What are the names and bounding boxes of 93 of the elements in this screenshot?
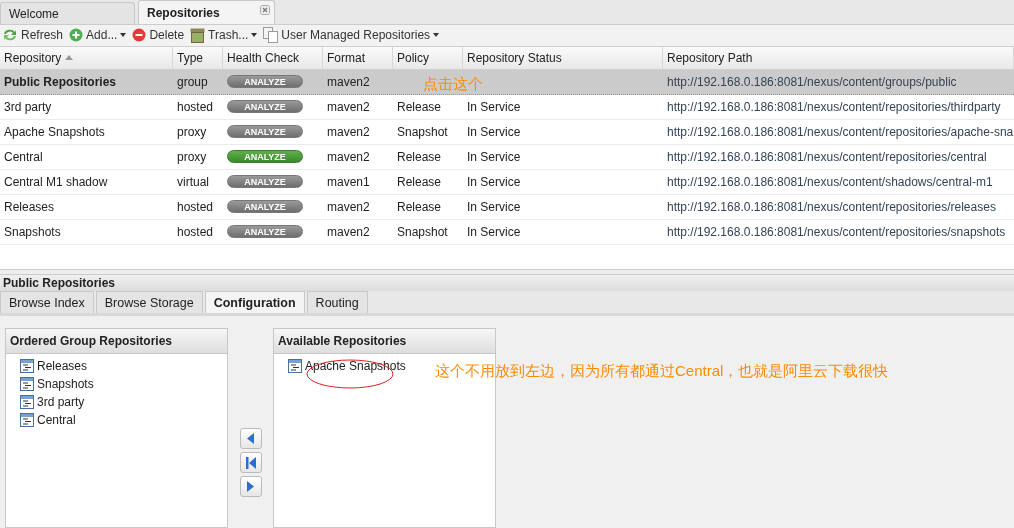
table-cell-text: http://192.168.0.186:8081/nexus/content/shadows/central-m1 [666,173,994,191]
table-cell-text: hosted [176,98,215,116]
table-cell-text: Snapshots [3,223,62,241]
move-button[interactable] [239,428,262,449]
repository-icon [20,377,34,391]
table-cell-text: hosted [176,198,215,216]
table-cell-text: In Service [466,173,522,191]
repository-icon [20,395,34,409]
toolbar-button[interactable]: Trash... [190,27,258,43]
table-cell-text: http://192.168.0.186:8081/nexus/content/repositories/releases [666,198,997,216]
table-cell-text: maven2 [326,223,371,241]
tab[interactable]: Browse Storage [95,291,203,313]
column-header[interactable]: Format [323,46,393,69]
analyze-button[interactable]: ANALYZE [227,75,303,88]
column-header[interactable]: Policy [393,46,463,69]
table-cell-text: http://192.168.0.186:8081/nexus/content/repositories/central [666,148,988,166]
tab[interactable]: Configuration [204,291,305,313]
table-cell-text: In Service [466,123,522,141]
panel-header: Available Repositories [274,329,495,354]
caret-icon [251,33,258,38]
table-cell-text: Snapshot [396,123,449,141]
table-cell-text: Central [3,148,44,166]
list-item[interactable]: Releases [20,357,88,375]
toolbar-button[interactable]: Add... [69,28,127,43]
table-cell-text: Release [396,198,443,216]
analyze-button[interactable]: ANALYZE [227,200,303,213]
toolbar-button[interactable]: Delete [132,28,185,43]
right-arrow-icon [247,481,254,492]
table-cell-text: virtual [176,173,210,191]
annotation-text: 点击这个 [423,74,483,94]
toolbar-button[interactable]: User Managed Repositories [263,27,440,44]
table-cell-text: maven2 [326,198,371,216]
table-cell-text: http://192.168.0.186:8081/nexus/content/repositories/apache-sna [666,123,1014,141]
repository-icon [20,359,34,373]
repository-icon [20,413,34,427]
table-cell-text: In Service [466,223,522,241]
table-cell-text: In Service [466,98,522,116]
table-cell-text: maven2 [326,98,371,116]
table-cell-text: proxy [176,123,208,141]
table-cell-text: In Service [466,198,522,216]
move-button[interactable] [239,476,262,497]
analyze-button[interactable]: ANALYZE [227,175,303,188]
move-button[interactable] [239,452,262,473]
annotation-text: 这个不用放到左边，因为所有都通过Central，也就是阿里云下载很快 [435,362,889,381]
analyze-button[interactable]: ANALYZE [227,100,303,113]
delete-icon [132,28,147,43]
analyze-button[interactable]: ANALYZE [227,225,303,238]
table-cell-text: Release [396,148,443,166]
table-cell-text: maven2 [326,73,371,91]
table-cell-text: http://192.168.0.186:8081/nexus/content/groups/public [666,73,958,91]
left-arrow-icon [247,433,254,444]
tab[interactable]: Repositories [138,0,275,24]
list-item[interactable]: 3rd party [20,393,85,411]
table-cell-text: Release [396,173,443,191]
table-cell-text: http://192.168.0.186:8081/nexus/content/repositories/thirdparty [666,98,1002,116]
trash-icon [190,27,206,43]
column-header[interactable]: Type [173,46,223,69]
table-cell-text: Public Repositories [3,73,118,91]
list-item[interactable]: Central [20,411,76,429]
table-cell-text: 3rd party [3,98,53,116]
column-header[interactable]: Repository Path [663,46,1014,69]
list-item[interactable]: Snapshots [20,375,94,393]
table-cell-text: Central M1 shadow [3,173,109,191]
table-cell-text: maven1 [326,173,371,191]
caret-icon [120,33,127,38]
refresh-icon [2,28,18,43]
table-cell-text: Release [396,98,443,116]
table-cell-text: Releases [3,198,56,216]
caret-icon [433,33,440,38]
column-header[interactable]: Repository Status [463,46,663,69]
table-cell-text: maven2 [326,123,371,141]
close-icon[interactable] [260,5,270,15]
repository-icon [288,359,302,373]
table-cell-text: hosted [176,223,215,241]
tab[interactable]: Browse Index [0,291,94,313]
panel-header: Ordered Group Repositories [6,329,227,354]
tab[interactable]: Welcome [0,2,135,24]
first-arrow-icon [245,456,256,469]
toolbar-button[interactable]: Refresh [2,28,64,43]
table-cell-text: Snapshot [396,223,449,241]
table-cell-text: In Service [466,148,522,166]
sort-arrow-icon [65,55,74,60]
analyze-button[interactable]: ANALYZE [227,125,303,138]
table-cell-text: Apache Snapshots [3,123,106,141]
column-header[interactable]: Health Check [223,46,323,69]
add-icon [69,28,84,43]
tab[interactable]: Routing [306,291,368,313]
table-cell-text: group [176,73,209,91]
table-cell-text: http://192.168.0.186:8081/nexus/content/repositories/snapshots [666,223,1007,241]
table-cell-text: maven2 [326,148,371,166]
analyze-button[interactable]: ANALYZE [227,150,303,163]
table-cell-text: proxy [176,148,208,166]
column-header[interactable]: Repository [0,46,173,69]
